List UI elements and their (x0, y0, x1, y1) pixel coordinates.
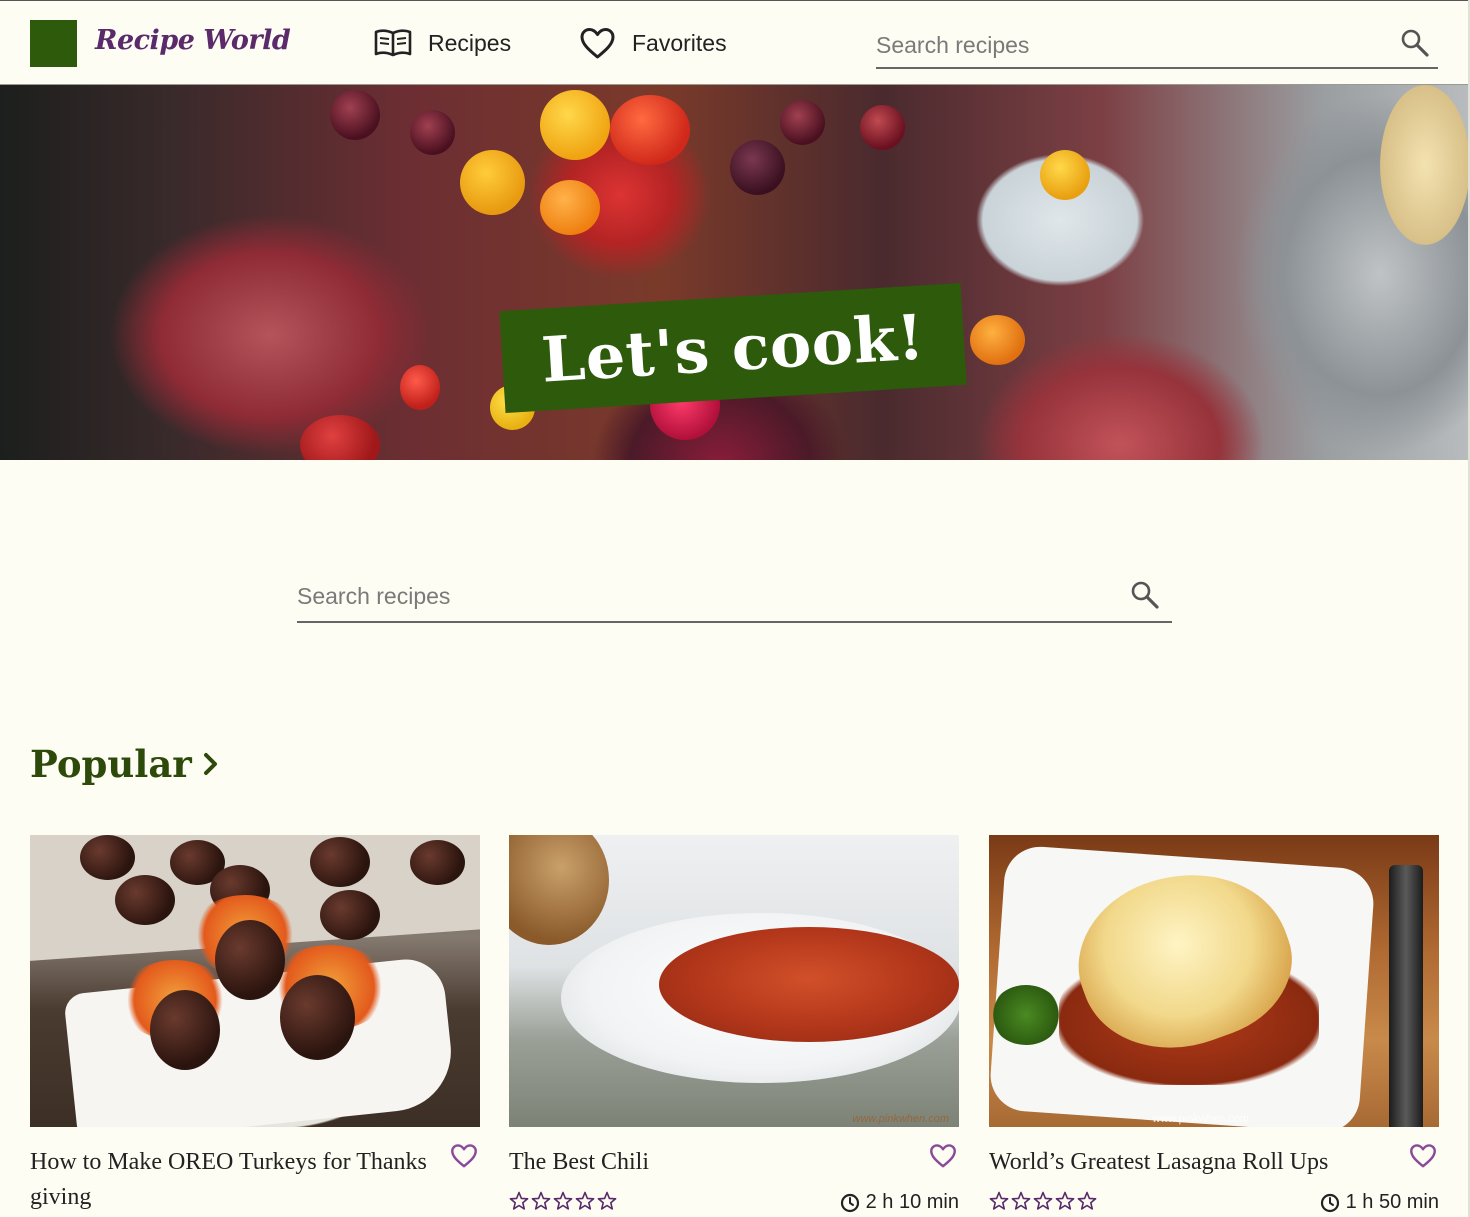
popular-section-link[interactable]: Popular (30, 742, 220, 786)
hero-title: Let's cook! (539, 299, 927, 397)
nav-favorites[interactable]: Favorites (579, 25, 727, 61)
brand-name[interactable]: Recipe World (95, 25, 291, 56)
cook-time: 1 h 50 min (1320, 1191, 1439, 1214)
cook-time: 2 h 10 min (840, 1191, 959, 1214)
star-icon (989, 1191, 1009, 1210)
hero-title-banner: Let's cook! (499, 282, 967, 414)
search-icon[interactable] (1130, 580, 1160, 610)
popular-heading: Popular (30, 742, 192, 786)
star-icon (1011, 1191, 1031, 1210)
recipe-card[interactable]: How to Make OREO Turkeys for Thanks givi… (30, 835, 480, 1210)
recipe-card[interactable]: www.pinkwhen.com The Best Chili 2 h 10 m… (509, 835, 959, 1213)
clock-icon (1320, 1193, 1339, 1212)
open-book-icon (374, 29, 412, 57)
recipe-title[interactable]: How to Make OREO Turkeys for Thanks givi… (30, 1145, 430, 1215)
chevron-right-icon (203, 753, 217, 775)
header-search-input[interactable] (876, 23, 1438, 67)
star-icon (575, 1191, 595, 1210)
onion-shape (509, 835, 609, 945)
heart-icon[interactable] (1409, 1143, 1437, 1169)
fork-shape (1389, 865, 1423, 1127)
star-rating (989, 1191, 1097, 1211)
image-watermark: www.pinkwhen.com (852, 1113, 949, 1125)
cook-time-label: 1 h 50 min (1345, 1191, 1439, 1213)
recipe-title[interactable]: The Best Chili (509, 1145, 909, 1180)
recipe-title[interactable]: World’s Greatest Lasagna Roll Ups (989, 1145, 1389, 1180)
star-icon (509, 1191, 529, 1210)
star-icon (1055, 1191, 1075, 1210)
heart-icon[interactable] (450, 1143, 478, 1169)
chili-shape (659, 927, 959, 1042)
nav-recipes-label: Recipes (428, 29, 512, 56)
main-search-input[interactable] (297, 572, 1172, 621)
star-icon (597, 1191, 617, 1210)
star-icon (1077, 1191, 1097, 1210)
heart-icon[interactable] (929, 1143, 957, 1169)
star-icon (553, 1191, 573, 1210)
image-watermark: www.pinkwhen.com (1152, 1113, 1249, 1125)
star-rating (509, 1191, 617, 1211)
cook-time-label: 2 h 10 min (865, 1191, 959, 1213)
recipe-image-oreo-turkeys[interactable] (30, 835, 480, 1127)
star-icon (531, 1191, 551, 1210)
hero-banner-image: Let's cook! (0, 85, 1470, 460)
clock-icon (840, 1193, 859, 1212)
main-search-box (297, 572, 1172, 623)
top-navigation-bar: Recipe World Recipes Favorites (0, 0, 1470, 85)
parsley-shape (991, 985, 1061, 1045)
logo-icon[interactable] (30, 20, 77, 67)
star-icon (1033, 1191, 1053, 1210)
recipe-card[interactable]: www.pinkwhen.com World’s Greatest Lasagn… (989, 835, 1439, 1213)
heart-icon (580, 27, 615, 58)
recipe-image-chili[interactable]: www.pinkwhen.com (509, 835, 959, 1127)
header-search-box (876, 23, 1438, 69)
nav-favorites-label: Favorites (632, 29, 727, 56)
recipe-image-lasagna[interactable]: www.pinkwhen.com (989, 835, 1439, 1127)
search-icon[interactable] (1400, 28, 1430, 58)
nav-recipes[interactable]: Recipes (374, 25, 511, 61)
